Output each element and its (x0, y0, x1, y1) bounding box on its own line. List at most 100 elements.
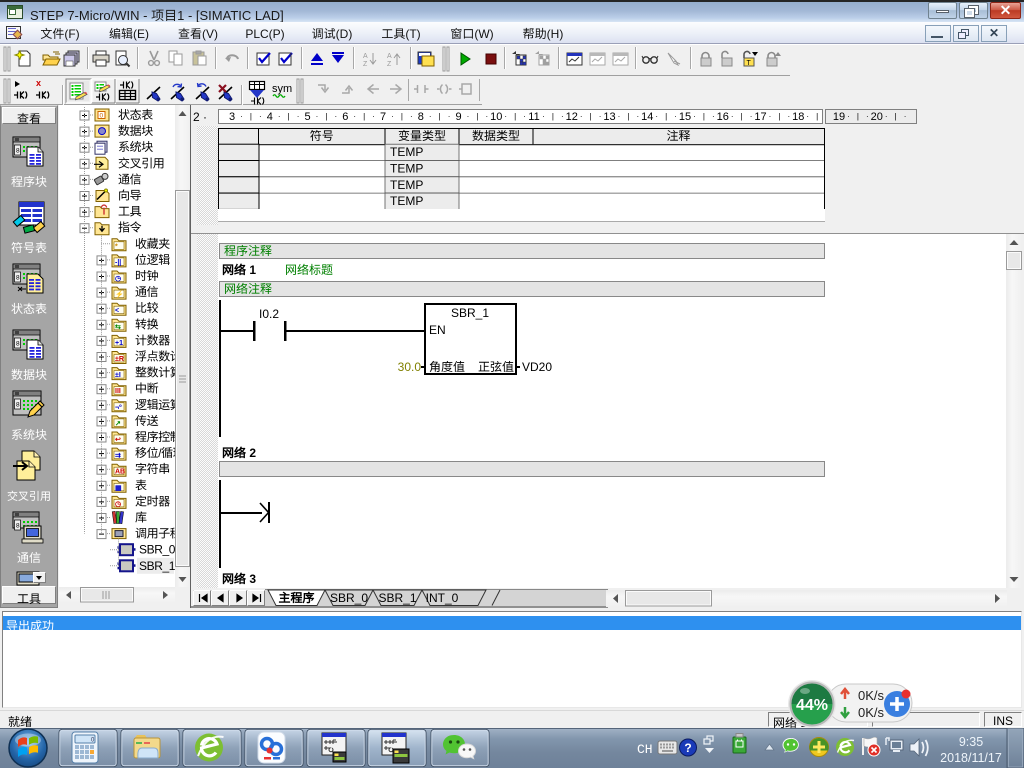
svg-text:转换: 转换 (135, 317, 159, 331)
svg-text:·: · (655, 112, 658, 121)
svg-text:|: | (401, 112, 403, 121)
svg-text:定时器: 定时器 (135, 494, 170, 508)
svg-text:|: | (439, 112, 441, 121)
svg-text:⚡: ⚡ (115, 290, 124, 299)
svg-text:0K/s: 0K/s (858, 688, 885, 703)
svg-text:·: · (542, 112, 545, 121)
svg-text:44%: 44% (796, 697, 828, 714)
svg-text:I0.2: I0.2 (259, 307, 279, 321)
svg-text:|: | (476, 112, 478, 121)
svg-text:程序注释: 程序注释 (224, 244, 272, 258)
svg-text:TEMP: TEMP (390, 178, 423, 192)
svg-text:SBR_1: SBR_1 (451, 306, 489, 320)
svg-text:·: · (259, 112, 262, 121)
svg-text:移位/循环: 移位/循环 (135, 446, 175, 460)
svg-text:通信: 通信 (135, 285, 159, 299)
svg-text:·: · (504, 112, 507, 121)
svg-text:·: · (599, 112, 602, 121)
svg-text:INT_0: INT_0 (426, 591, 459, 605)
svg-text:9: 9 (455, 111, 461, 123)
svg-text:SBR_0: SBR_0 (330, 591, 368, 605)
svg-text:CH: CH (637, 742, 653, 757)
svg-text:VD20: VD20 (522, 360, 552, 374)
svg-text:±R: ±R (115, 356, 124, 363)
svg-text:SBR_1: SBR_1 (139, 559, 175, 573)
svg-text:T: T (747, 60, 752, 67)
svg-text:x: x (36, 78, 41, 88)
svg-text:·: · (353, 112, 356, 121)
svg-text:↗: ↗ (115, 420, 121, 427)
svg-text:时钟: 时钟 (135, 269, 159, 283)
svg-text:6: 6 (342, 111, 348, 123)
svg-text:交叉引用: 交叉引用 (118, 156, 164, 170)
svg-text:网络注释: 网络注释 (224, 282, 272, 296)
svg-text:-||: -|| (115, 259, 121, 266)
svg-text:30.0: 30.0 (398, 360, 422, 374)
svg-text:±I: ±I (115, 372, 121, 379)
svg-text:TEMP: TEMP (390, 145, 423, 159)
svg-text:0K/s: 0K/s (858, 705, 885, 720)
svg-text:A: A (363, 53, 368, 60)
svg-text:·: · (561, 112, 564, 121)
svg-text:8: 8 (16, 341, 20, 348)
svg-text:·: · (885, 112, 888, 121)
svg-text:整数计算: 整数计算 (135, 366, 175, 380)
svg-text:|: | (703, 112, 705, 121)
svg-text:18: 18 (792, 111, 804, 123)
svg-text:AB: AB (115, 469, 125, 476)
svg-text:TEMP: TEMP (390, 194, 423, 208)
svg-text:调用子程序: 调用子程序 (135, 527, 175, 541)
svg-text:9:35: 9:35 (959, 735, 983, 749)
svg-text:·: · (750, 112, 753, 121)
svg-text:4: 4 (267, 111, 273, 123)
svg-text:III: III (115, 388, 121, 395)
svg-text:|: | (514, 112, 516, 121)
svg-text:<: < (115, 308, 119, 315)
svg-text:角度值: 角度值 (429, 360, 465, 374)
svg-text:工具: 工具 (118, 205, 142, 219)
svg-text:·: · (334, 112, 337, 121)
svg-text:sym: sym (272, 83, 292, 95)
svg-text:通信: 通信 (118, 172, 142, 186)
svg-text:·: · (297, 112, 300, 121)
svg-text:|: | (816, 112, 818, 121)
svg-text:10: 10 (490, 111, 502, 123)
svg-text:▦: ▦ (115, 485, 122, 492)
svg-text:|: | (665, 112, 667, 121)
svg-text:·: · (372, 112, 375, 121)
svg-text:16: 16 (717, 111, 729, 123)
svg-text:字符串: 字符串 (135, 462, 170, 476)
svg-text:·: · (904, 112, 907, 121)
svg-text:·: · (410, 112, 413, 121)
svg-text:数据类型: 数据类型 (472, 129, 520, 143)
svg-text:·: · (485, 112, 488, 121)
svg-text:符号: 符号 (310, 129, 334, 143)
svg-text:|: | (741, 112, 743, 121)
svg-text:8: 8 (418, 111, 424, 123)
svg-text:14: 14 (641, 111, 653, 123)
svg-text:13: 13 (603, 111, 615, 123)
svg-text:·: · (523, 112, 526, 121)
svg-text:SBR_1: SBR_1 (378, 591, 416, 605)
svg-text:程序控制: 程序控制 (135, 430, 175, 444)
svg-text:·: · (787, 112, 790, 121)
svg-text:15: 15 (679, 111, 691, 123)
svg-text:2018/11/17: 2018/11/17 (940, 751, 1002, 765)
svg-text:|: | (857, 112, 859, 121)
svg-text:·: · (391, 112, 394, 121)
svg-text:传送: 传送 (135, 414, 159, 428)
svg-text:19: 19 (833, 111, 845, 123)
svg-text:·: · (429, 112, 432, 121)
svg-text:|: | (325, 112, 327, 121)
svg-text:收藏夹: 收藏夹 (135, 237, 170, 251)
svg-text:向导: 向导 (118, 189, 142, 203)
svg-text:网络 3: 网络 3 (222, 572, 256, 586)
svg-text:主程序: 主程序 (278, 591, 314, 605)
svg-text:变量类型: 变量类型 (398, 129, 446, 143)
svg-text:⇉: ⇉ (115, 453, 121, 460)
svg-text:8: 8 (16, 402, 20, 409)
svg-text:Z: Z (363, 61, 368, 68)
svg-text:?: ? (684, 741, 691, 755)
svg-text:·: · (636, 112, 639, 121)
svg-text:◷: ◷ (115, 276, 121, 283)
